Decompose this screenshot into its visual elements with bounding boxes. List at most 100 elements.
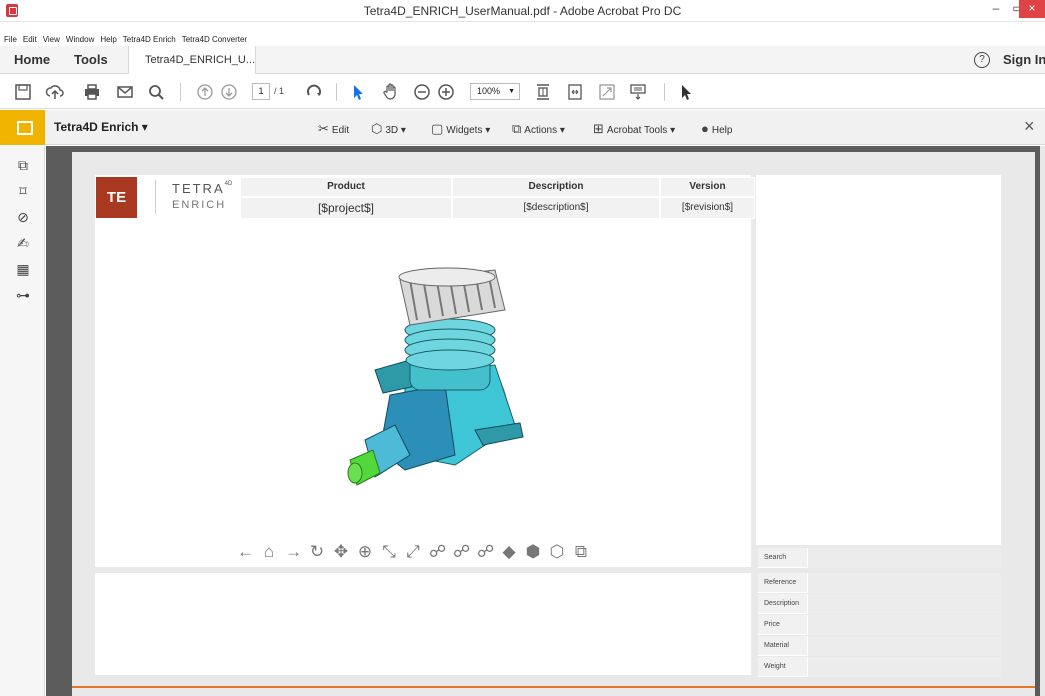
shaded-mode-icon[interactable]: ◆ <box>501 543 517 563</box>
view-side-icon[interactable]: ☍ <box>453 543 470 563</box>
menu-tetra4d-enrich[interactable]: Tetra4D Enrich <box>123 35 176 44</box>
menu-window[interactable]: Window <box>66 35 94 44</box>
layers-icon[interactable]: ▦ <box>14 260 32 278</box>
model-tree-icon[interactable]: ⊶ <box>14 286 32 304</box>
search-icon[interactable] <box>146 82 166 102</box>
toolbar-divider <box>664 83 665 101</box>
material-value <box>807 636 1001 656</box>
back-arrow-icon[interactable]: ← <box>237 543 254 563</box>
pan-3d-icon[interactable]: ✥ <box>333 543 349 563</box>
solid-mode-icon[interactable]: ⬢ <box>525 543 541 563</box>
brand-name: TETRA4D <box>172 181 233 196</box>
product-value: [$project$] <box>240 197 452 219</box>
enrich-panel-icon[interactable] <box>0 110 45 145</box>
rotate-3d-icon[interactable]: ↻ <box>309 543 325 563</box>
tab-tools[interactable]: Tools <box>74 46 108 74</box>
help-label: Help <box>711 125 733 136</box>
menu-edit[interactable]: Edit <box>23 35 37 44</box>
home-view-icon[interactable]: ⌂ <box>261 543 277 563</box>
page-number-input[interactable]: 1 <box>252 83 270 100</box>
close-enrich-icon[interactable]: × <box>1024 116 1035 137</box>
tab-home[interactable]: Home <box>14 46 50 74</box>
pages-icon[interactable]: ⧉ <box>14 156 32 174</box>
attachment-icon[interactable]: ⊘ <box>14 208 32 226</box>
full-screen-icon[interactable] <box>597 82 617 102</box>
3d-button[interactable]: ⬡ 3D ▾ <box>371 121 406 137</box>
page-total: / 1 <box>274 86 285 96</box>
page-up-icon[interactable] <box>195 82 215 102</box>
weight-row: Weight <box>758 657 1001 677</box>
window-title: Tetra4D_ENRICH_UserManual.pdf - Adobe Ac… <box>363 4 682 18</box>
engine-3d-model[interactable] <box>335 245 535 495</box>
bookmark-icon[interactable]: ⌑ <box>14 182 32 200</box>
view-front-icon[interactable]: ☍ <box>429 543 446 563</box>
material-label: Material <box>764 642 789 649</box>
zoom-3d-icon[interactable]: ⊕ <box>357 543 373 563</box>
tetra4d-logo: TE <box>96 177 137 218</box>
page-down-icon[interactable] <box>219 82 239 102</box>
tab-document-label: Tetra4D_ENRICH_U... <box>145 54 256 66</box>
fit-page-icon[interactable] <box>533 82 553 102</box>
tools-add-icon: ⊞ <box>593 121 604 136</box>
model-tree-panel[interactable] <box>756 175 1001 545</box>
edit-label: Edit <box>331 125 350 136</box>
select-cursor-icon[interactable] <box>348 82 368 102</box>
actions-button[interactable]: ⧉ Actions ▾ <box>512 121 565 137</box>
edit-button[interactable]: ✂ Edit <box>318 121 349 137</box>
weight-value <box>807 657 1001 677</box>
wireframe-mode-icon[interactable]: ⬡ <box>549 543 565 563</box>
read-mode-icon[interactable] <box>628 82 648 102</box>
hand-tool-icon[interactable] <box>381 82 401 102</box>
explode-out-icon[interactable]: ⤢ <box>405 543 421 563</box>
vertical-scrollbar[interactable] <box>1040 146 1045 696</box>
tab-bar: Home Tools Tetra4D_ENRICH_U... × ? Sign … <box>0 46 1045 94</box>
price-value <box>807 615 1001 635</box>
email-icon[interactable] <box>115 82 135 102</box>
tab-document[interactable]: Tetra4D_ENRICH_U... × <box>128 46 256 94</box>
menu-view[interactable]: View <box>43 35 60 44</box>
upload-cloud-icon[interactable] <box>45 82 65 102</box>
zoom-in-icon[interactable] <box>436 82 456 102</box>
description-row: Description <box>758 594 1001 614</box>
logo-divider <box>155 180 156 214</box>
forward-arrow-icon[interactable]: → <box>285 543 302 563</box>
left-navigation-rail: ⧉ ⌑ ⊘ ✍ ▦ ⊶ <box>0 146 45 696</box>
save-icon[interactable] <box>13 82 33 102</box>
footer-accent-line <box>72 686 1035 688</box>
menu-tetra4d-converter[interactable]: Tetra4D Converter <box>182 35 247 44</box>
search-label: Search <box>764 554 787 561</box>
close-window-button[interactable]: × <box>1019 0 1045 18</box>
fit-width-icon[interactable] <box>565 82 585 102</box>
material-row: Material <box>758 636 1001 656</box>
acrobat-tools-button[interactable]: ⊞ Acrobat Tools ▾ <box>593 121 675 137</box>
help-button[interactable]: ● Help <box>701 121 732 136</box>
zoom-out-icon[interactable] <box>412 82 432 102</box>
zoom-value: 100% <box>477 86 501 96</box>
enrich-menu[interactable]: Tetra4D Enrich ▾ <box>54 120 148 134</box>
help-circle-icon: ● <box>701 121 709 136</box>
menu-file[interactable]: File <box>4 35 17 44</box>
title-bar: Tetra4D_ENRICH_UserManual.pdf - Adobe Ac… <box>0 0 1045 22</box>
menu-help[interactable]: Help <box>100 35 116 44</box>
sign-in-link[interactable]: Sign In <box>1003 46 1045 74</box>
pointer-icon[interactable] <box>676 82 696 102</box>
description-header: Description <box>452 177 660 197</box>
description-value-cell <box>807 594 1001 614</box>
fullscreen-3d-icon[interactable]: ⧉ <box>573 543 589 563</box>
signature-icon[interactable]: ✍ <box>14 234 32 252</box>
explode-in-icon[interactable]: ⤡ <box>381 543 397 563</box>
view-top-icon[interactable]: ☍ <box>477 543 494 563</box>
toolbar-divider <box>336 83 337 101</box>
price-row: Price <box>758 615 1001 635</box>
version-value: [$revision$] <box>660 197 755 219</box>
widgets-button[interactable]: ▢ Widgets ▾ <box>431 121 490 137</box>
reference-value <box>807 573 1001 593</box>
print-icon[interactable] <box>82 82 102 102</box>
3d-label: 3D ▾ <box>385 125 406 136</box>
rotate-icon[interactable] <box>304 82 324 102</box>
search-input[interactable] <box>807 548 1001 568</box>
product-header: Product <box>240 177 452 197</box>
zoom-select[interactable]: 100% ▼ <box>470 83 520 100</box>
help-icon[interactable]: ? <box>974 52 990 68</box>
reference-label: Reference <box>764 579 797 586</box>
